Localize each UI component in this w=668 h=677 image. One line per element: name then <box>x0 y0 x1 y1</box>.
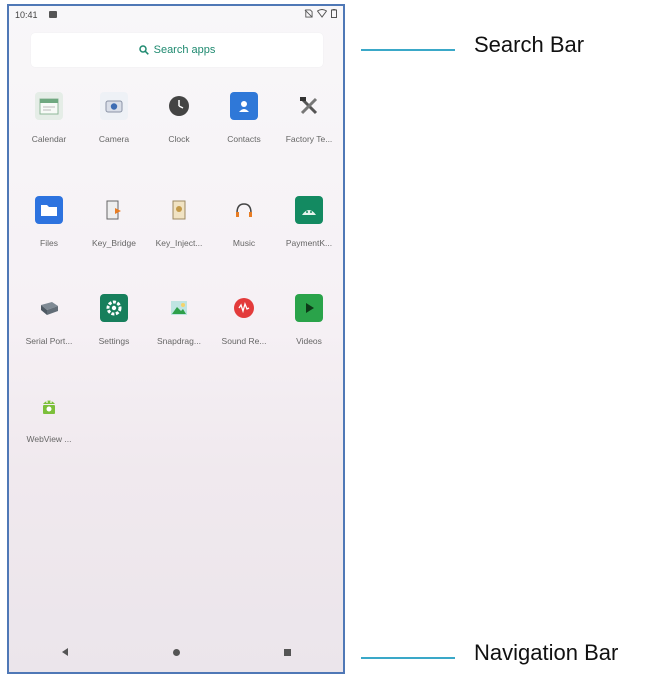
microphone-icon <box>230 294 258 322</box>
app-label: Files <box>40 238 58 248</box>
camera-icon <box>100 92 128 120</box>
key-inject-icon <box>165 196 193 224</box>
wifi-icon <box>317 9 327 18</box>
app-camera[interactable]: Camera <box>82 92 146 144</box>
app-videos[interactable]: Videos <box>277 294 341 346</box>
tools-icon <box>295 92 323 120</box>
search-bar[interactable]: Search apps <box>31 33 323 67</box>
app-key-inject[interactable]: Key_Inject... <box>147 196 211 248</box>
app-label: Key_Bridge <box>92 238 136 248</box>
calendar-icon <box>35 92 63 120</box>
folder-icon <box>35 196 63 224</box>
app-settings[interactable]: Settings <box>82 294 146 346</box>
clock-icon <box>165 92 193 120</box>
app-label: Factory Te... <box>285 134 333 144</box>
app-serial-port[interactable]: Serial Port... <box>17 294 81 346</box>
app-calendar[interactable]: Calendar <box>17 92 81 144</box>
app-label: Clock <box>168 134 190 144</box>
notification-icon <box>49 11 57 18</box>
app-label: Calendar <box>31 134 67 144</box>
app-contacts[interactable]: Contacts <box>212 92 276 144</box>
status-bar: 10:41 <box>9 6 343 24</box>
android-icon <box>35 392 63 420</box>
app-snapdragon[interactable]: Snapdrag... <box>147 294 211 346</box>
app-label: Camera <box>98 134 130 144</box>
app-label: Sound Re... <box>221 336 267 346</box>
app-label: Settings <box>98 336 130 346</box>
headphones-icon <box>230 196 258 224</box>
app-label: Serial Port... <box>25 336 73 346</box>
app-sound-recorder[interactable]: Sound Re... <box>212 294 276 346</box>
app-webview[interactable]: WebView ... <box>17 392 81 444</box>
gear-icon <box>100 294 128 322</box>
app-label: Contacts <box>227 134 261 144</box>
app-label: PaymentK... <box>285 238 333 248</box>
back-button[interactable] <box>60 647 70 657</box>
app-paymentk[interactable]: PaymentK... <box>277 196 341 248</box>
key-bridge-icon <box>100 196 128 224</box>
app-files[interactable]: Files <box>17 196 81 248</box>
search-bar-callout-line <box>361 49 455 51</box>
no-sim-icon <box>304 9 313 18</box>
play-icon <box>295 294 323 322</box>
search-icon <box>138 45 149 55</box>
status-icons <box>304 9 337 18</box>
navigation-bar-callout-line <box>361 657 455 659</box>
home-button[interactable] <box>172 648 181 657</box>
battery-icon <box>331 9 337 18</box>
app-label: Videos <box>296 336 322 346</box>
search-placeholder: Search apps <box>153 44 216 56</box>
app-label: Snapdrag... <box>157 336 201 346</box>
serial-port-icon <box>35 294 63 322</box>
app-label: Music <box>232 238 256 248</box>
image-icon <box>165 294 193 322</box>
contacts-icon <box>230 92 258 120</box>
phone-screen: 10:41 Search apps Calendar Camera Clock … <box>7 4 345 674</box>
app-clock[interactable]: Clock <box>147 92 211 144</box>
app-label: Key_Inject... <box>155 238 203 248</box>
status-time: 10:41 <box>15 10 38 20</box>
search-bar-callout-label: Search Bar <box>474 32 585 57</box>
android-green-icon <box>295 196 323 224</box>
app-factory-test[interactable]: Factory Te... <box>277 92 341 144</box>
navigation-bar <box>9 632 343 672</box>
app-label: WebView ... <box>26 434 72 444</box>
recents-button[interactable] <box>283 648 292 657</box>
app-key-bridge[interactable]: Key_Bridge <box>82 196 146 248</box>
navigation-bar-callout-label: Navigation Bar <box>474 640 619 665</box>
app-music[interactable]: Music <box>212 196 276 248</box>
